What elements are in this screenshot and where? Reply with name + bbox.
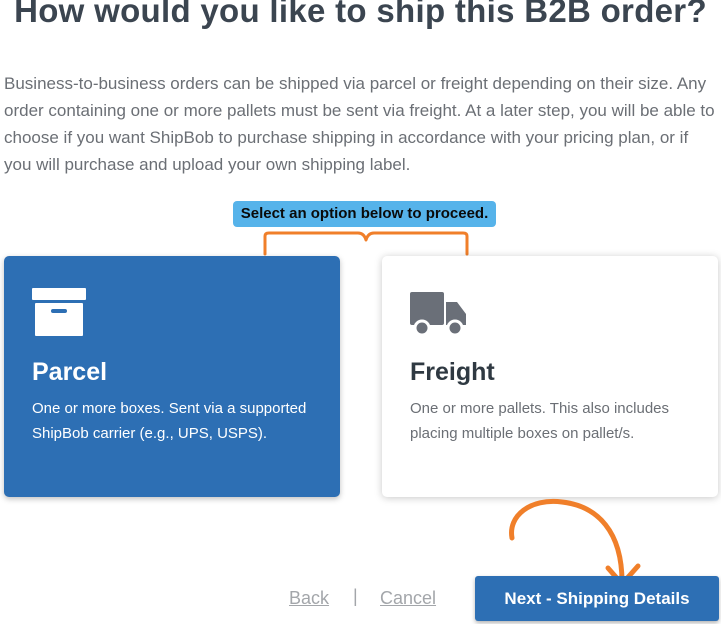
parcel-option-card[interactable]: Parcel One or more boxes. Sent via a sup… bbox=[4, 256, 340, 497]
instruction-highlight: Select an option below to proceed. bbox=[233, 201, 496, 227]
freight-description: One or more pallets. This also includes … bbox=[410, 400, 670, 442]
freight-option-card[interactable]: Freight One or more pallets. This also i… bbox=[382, 256, 718, 497]
freight-title: Freight bbox=[410, 358, 495, 386]
next-shipping-details-button[interactable]: Next - Shipping Details bbox=[475, 576, 719, 621]
brace-annotation bbox=[263, 231, 469, 256]
footer-separator: | bbox=[353, 586, 358, 606]
arrow-annotation bbox=[509, 498, 641, 587]
page-title: How would you like to ship this B2B orde… bbox=[14, 0, 707, 29]
parcel-description: One or more boxes. Sent via a supported … bbox=[32, 400, 307, 442]
parcel-title: Parcel bbox=[32, 358, 108, 386]
truck-icon bbox=[410, 288, 468, 341]
cancel-link[interactable]: Cancel bbox=[380, 588, 436, 609]
archive-box-icon bbox=[32, 288, 86, 341]
page-description: Business-to-business orders can be shipp… bbox=[4, 74, 715, 174]
back-link[interactable]: Back bbox=[289, 588, 329, 609]
